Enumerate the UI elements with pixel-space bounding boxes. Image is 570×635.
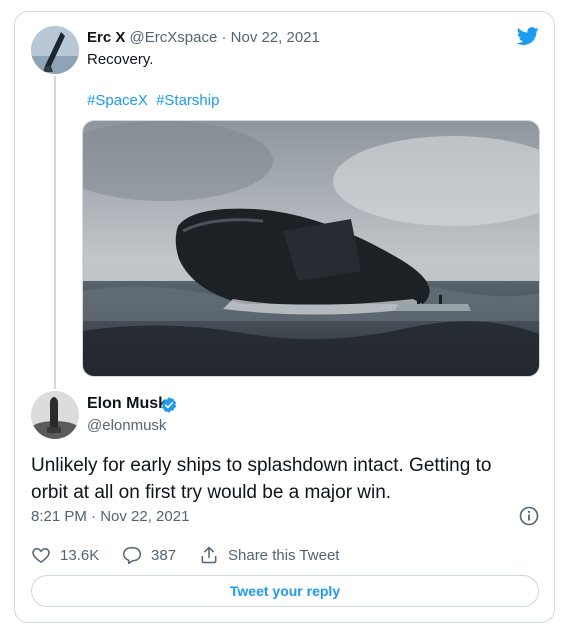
quoted-author-handle[interactable]: @ErcXspace [130, 29, 218, 46]
quoted-header: Erc X @ErcXspace · Nov 22, 2021 [87, 29, 320, 46]
hashtag-starship[interactable]: #Starship [156, 92, 219, 109]
tweet-card: Erc X @ErcXspace · Nov 22, 2021 Recovery… [14, 11, 555, 623]
like-count: 13.6K [60, 546, 100, 564]
reply-count-button[interactable]: 387 [122, 545, 176, 565]
separator-dot: · [221, 29, 227, 46]
heart-icon [32, 548, 50, 563]
author-handle[interactable]: @elonmusk [87, 417, 166, 434]
tweet-text: Unlikely for early ships to splashdown i… [31, 455, 492, 503]
quoted-author-name[interactable]: Erc X [87, 29, 125, 46]
tweet-timestamp[interactable]: 8:21 PM · Nov 22, 2021 [31, 508, 189, 525]
quoted-text: Recovery. [87, 51, 154, 68]
hashtag-spacex[interactable]: #SpaceX [87, 92, 148, 109]
share-button[interactable]: Share this Tweet [199, 545, 339, 565]
like-button[interactable]: 13.6K [31, 545, 99, 565]
quoted-date[interactable]: Nov 22, 2021 [231, 29, 320, 46]
quoted-media-image[interactable] [82, 120, 540, 377]
share-label: Share this Tweet [228, 546, 340, 564]
twitter-logo-icon[interactable] [515, 25, 541, 47]
reply-icon [122, 547, 142, 565]
thread-line [54, 76, 56, 389]
tweet-reply-button[interactable]: Tweet your reply [31, 575, 539, 607]
verified-badge-icon [161, 397, 177, 413]
info-icon[interactable] [519, 506, 539, 526]
reply-count: 387 [151, 546, 177, 564]
hashtag-list: #SpaceX #Starship [87, 92, 223, 109]
share-icon [201, 546, 217, 564]
author-avatar[interactable] [31, 391, 79, 439]
author-name[interactable]: Elon Musk [87, 395, 167, 413]
quoted-author-avatar[interactable] [31, 26, 79, 74]
